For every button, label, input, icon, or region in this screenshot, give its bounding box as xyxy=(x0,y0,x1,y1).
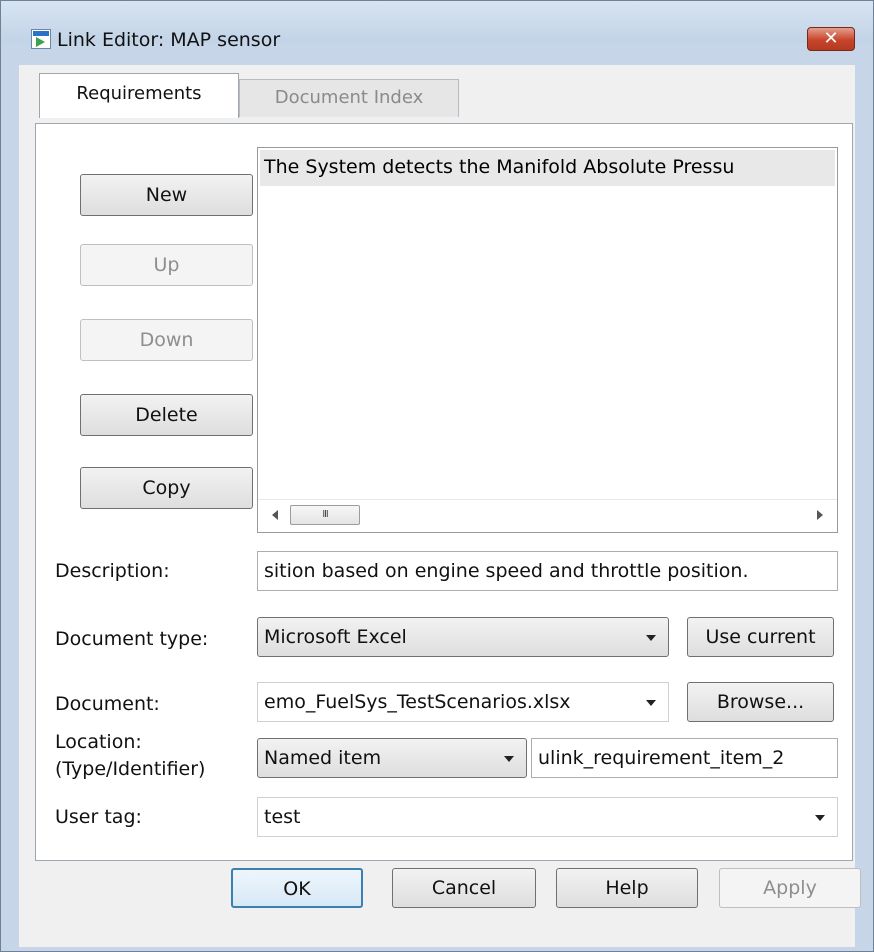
browse-button[interactable]: Browse... xyxy=(687,682,834,722)
location-type-value: Named item xyxy=(264,747,382,769)
dialog-client-area: Requirements Document Index New Up Down … xyxy=(19,65,855,947)
use-current-button[interactable]: Use current xyxy=(687,617,834,657)
document-type-label: Document type: xyxy=(55,628,209,650)
document-type-value: Microsoft Excel xyxy=(264,626,407,648)
cancel-button[interactable]: Cancel xyxy=(392,868,536,908)
user-tag-value: test xyxy=(264,806,301,828)
help-button[interactable]: Help xyxy=(556,868,698,908)
close-icon: ✕ xyxy=(823,28,839,49)
user-tag-label: User tag: xyxy=(55,806,142,828)
close-button[interactable]: ✕ xyxy=(807,27,855,51)
title-bar[interactable]: Link Editor: MAP sensor ✕ xyxy=(1,1,873,51)
tab-document-index[interactable]: Document Index xyxy=(239,79,459,117)
document-select[interactable]: emo_FuelSys_TestScenarios.xlsx xyxy=(257,682,669,722)
delete-button[interactable]: Delete xyxy=(80,394,253,436)
up-button[interactable]: Up xyxy=(80,244,253,286)
location-type-select[interactable]: Named item xyxy=(257,738,527,778)
document-label: Document: xyxy=(55,693,160,715)
window-title: Link Editor: MAP sensor xyxy=(57,29,281,51)
location-type-identifier-label: (Type/Identifier) xyxy=(55,758,206,780)
description-field[interactable]: sition based on engine speed and throttl… xyxy=(257,551,838,591)
horizontal-scrollbar[interactable]: III xyxy=(258,499,837,532)
copy-button[interactable]: Copy xyxy=(80,467,253,509)
location-identifier-field[interactable]: ulink_requirement_item_2 xyxy=(531,738,838,778)
chevron-down-icon xyxy=(646,700,656,706)
document-type-select[interactable]: Microsoft Excel xyxy=(257,617,669,657)
down-button[interactable]: Down xyxy=(80,319,253,361)
requirements-list[interactable]: The System detects the Manifold Absolute… xyxy=(257,147,838,533)
chevron-down-icon xyxy=(815,815,825,821)
chevron-down-icon xyxy=(504,756,514,762)
document-value: emo_FuelSys_TestScenarios.xlsx xyxy=(264,691,571,713)
simulink-app-icon xyxy=(31,29,51,49)
list-item[interactable]: The System detects the Manifold Absolute… xyxy=(260,150,835,186)
apply-button[interactable]: Apply xyxy=(719,868,861,908)
chevron-down-icon xyxy=(646,635,656,641)
ok-button[interactable]: OK xyxy=(231,868,363,908)
new-button[interactable]: New xyxy=(80,174,253,216)
scroll-left-arrow-icon[interactable] xyxy=(272,510,278,520)
link-editor-window: Link Editor: MAP sensor ✕ Requirements D… xyxy=(0,0,874,952)
tab-requirements[interactable]: Requirements xyxy=(39,73,239,118)
scrollbar-thumb[interactable]: III xyxy=(290,505,360,525)
user-tag-select[interactable]: test xyxy=(257,797,838,837)
scroll-right-arrow-icon[interactable] xyxy=(817,510,823,520)
location-label: Location: xyxy=(55,731,142,753)
description-label: Description: xyxy=(55,560,170,582)
